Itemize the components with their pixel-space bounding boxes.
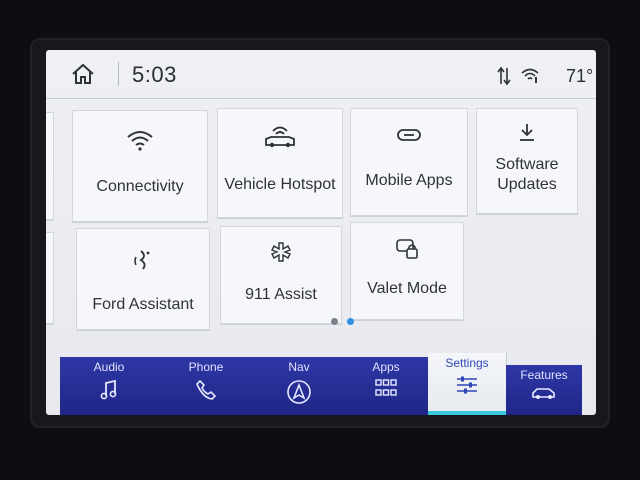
outside-temperature: 71° [566, 66, 594, 86]
nav-label: Audio [93, 360, 125, 374]
tile-connectivity[interactable]: Connectivity [72, 110, 208, 222]
nav-label: Apps [372, 360, 400, 374]
music-note-icon [100, 379, 117, 400]
tile-valet-mode[interactable]: Valet Mode [350, 222, 464, 320]
settings-sliders-icon [457, 376, 477, 394]
bottom-nav: Audio Phone Nav Apps Settings Features [46, 353, 596, 415]
nav-label: Phone [188, 360, 224, 374]
emergency-icon [271, 242, 291, 262]
status-divider [118, 62, 119, 86]
nav-label: Nav [288, 360, 310, 374]
link-icon [397, 129, 421, 141]
wifi-status-icon [521, 68, 539, 83]
tile-vehicle-hotspot[interactable]: Vehicle Hotspot [217, 108, 343, 218]
tile-label-line1: Software [495, 156, 559, 173]
clock: 5:03 [132, 62, 177, 87]
phone-icon [196, 379, 217, 400]
tile-mobile-apps[interactable]: Mobile Apps [350, 108, 468, 216]
data-transfer-icon [497, 66, 511, 86]
apps-grid-icon [375, 379, 397, 396]
nav-audio[interactable]: Audio [60, 357, 159, 415]
tile-label: Vehicle Hotspot [224, 176, 336, 193]
nav-label: Settings [445, 356, 489, 370]
download-icon [520, 124, 534, 141]
phone-lock-icon [396, 239, 418, 259]
nav-settings[interactable]: Settings [428, 353, 507, 415]
tile-911-assist[interactable]: 911 Assist [220, 226, 342, 324]
nav-features[interactable]: Features [506, 365, 582, 415]
tile-peek [46, 232, 54, 324]
tile-label: Connectivity [96, 178, 184, 195]
page-dot-inactive[interactable] [331, 318, 338, 325]
tile-peek [46, 112, 54, 220]
tile-label: 911 Assist [245, 286, 317, 303]
vehicle-hotspot-icon [265, 126, 295, 148]
nav-phone[interactable]: Phone [158, 357, 255, 415]
nav-navigation[interactable]: Nav [254, 357, 345, 415]
tile-label: Mobile Apps [365, 172, 453, 189]
tile-label: Ford Assistant [92, 296, 194, 313]
assistant-icon [134, 250, 150, 270]
tile-label-line2: Updates [497, 176, 557, 193]
nav-label: Features [520, 368, 568, 382]
wifi-icon [127, 131, 153, 151]
car-icon [532, 388, 555, 399]
tile-ford-assistant[interactable]: Ford Assistant [76, 228, 210, 330]
tile-software-updates[interactable]: Software Updates [476, 108, 578, 214]
nav-apps[interactable]: Apps [344, 357, 429, 415]
navigation-icon [287, 380, 311, 404]
page-dot-active[interactable] [347, 318, 354, 325]
home-icon[interactable] [70, 62, 96, 86]
status-bar: 5:03 71° [46, 50, 596, 99]
tile-label: Valet Mode [367, 280, 447, 297]
touchscreen: 5:03 71° Connectivity Vehicle Hotspot Mo… [46, 50, 596, 415]
